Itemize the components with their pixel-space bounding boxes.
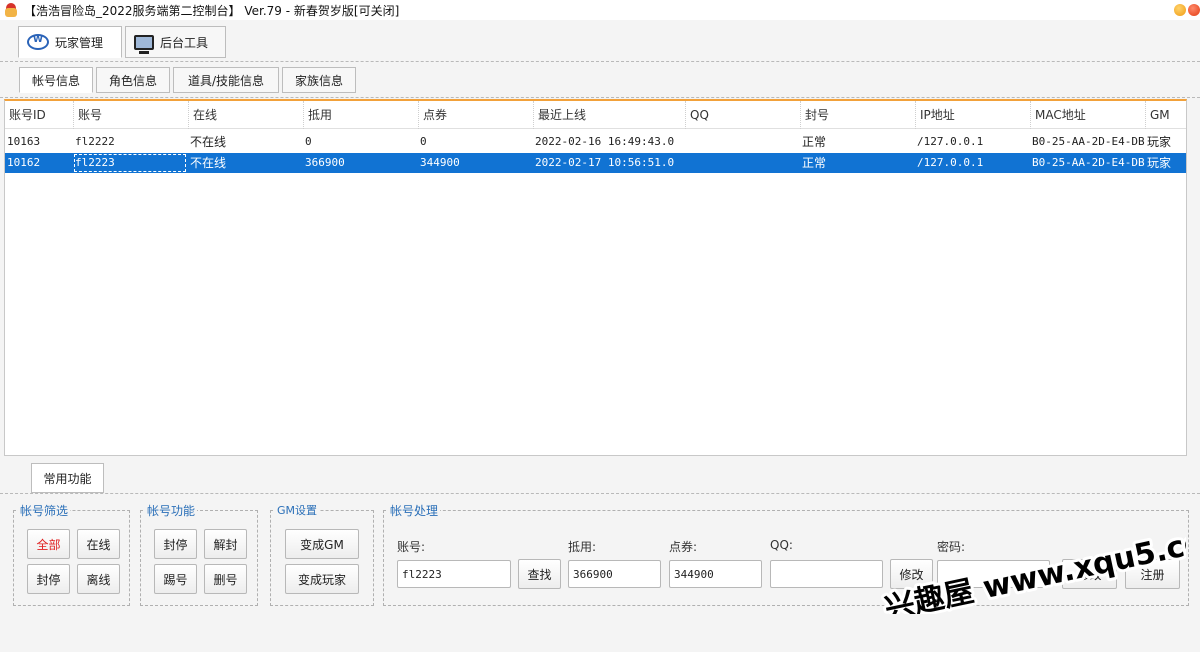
- cell-account-id: 10162: [7, 156, 41, 169]
- cell-qq: [685, 132, 800, 152]
- tab-account-info[interactable]: 帐号信息: [19, 67, 93, 93]
- cell-ip: /127.0.0.1: [917, 135, 984, 148]
- window-title: 【浩浩冒险岛_2022服务端第二控制台】 Ver.79 - 新春贺岁版[可关闭]: [24, 3, 400, 18]
- group-gm-settings: GM设置 变成GM 变成玩家: [270, 502, 374, 606]
- column-header-account-id[interactable]: 账号ID: [5, 101, 73, 129]
- tab-item-skill-info[interactable]: 道具/技能信息: [173, 67, 279, 93]
- table-row-selected[interactable]: 10162 fl2223 不在线 366900 344900 2022-02-1…: [5, 153, 1186, 173]
- cell-online: 不在线: [190, 156, 227, 170]
- cell-online: 不在线: [190, 135, 227, 149]
- player-management-icon: [27, 34, 49, 50]
- column-header-last-online[interactable]: 最近上线: [533, 101, 685, 129]
- column-header-dianquan[interactable]: 点券: [418, 101, 533, 129]
- group-title: GM设置: [275, 502, 320, 518]
- tab-character-info[interactable]: 角色信息: [96, 67, 170, 93]
- computer-icon: [134, 34, 154, 54]
- cell-mac: B0-25-AA-2D-E4-DB: [1032, 156, 1145, 169]
- tab-label: 玩家管理: [55, 35, 104, 50]
- cell-account: fl2223: [75, 156, 115, 169]
- column-header-mac[interactable]: MAC地址: [1030, 101, 1145, 129]
- dianquan-input[interactable]: [669, 560, 762, 588]
- cell-last-online: 2022-02-16 16:49:43.0: [535, 135, 675, 148]
- account-input[interactable]: [397, 560, 511, 588]
- dianyong-label: 抵用:: [568, 540, 597, 554]
- cell-mac: B0-25-AA-2D-E4-DB: [1032, 135, 1145, 148]
- cell-dianquan: 344900: [420, 156, 460, 169]
- group-account-filter: 帐号筛选 全部 在线 封停 离线: [13, 502, 130, 606]
- table-header: 账号ID 账号 在线 抵用 点券 最近上线 QQ 封号 IP地址 MAC地址 G…: [5, 101, 1186, 129]
- column-header-online[interactable]: 在线: [188, 101, 303, 129]
- account-label: 账号:: [397, 540, 426, 554]
- cell-ban-status: 正常: [802, 135, 827, 149]
- qq-input[interactable]: [770, 560, 883, 588]
- search-button[interactable]: 查找: [518, 559, 561, 589]
- filter-banned-button[interactable]: 封停: [27, 564, 70, 594]
- cell-gm: 玩家: [1147, 156, 1172, 170]
- delete-account-button[interactable]: 删号: [204, 564, 247, 594]
- group-account-functions: 帐号功能 封停 解封 踢号 删号: [140, 502, 258, 606]
- group-title: 帐号筛选: [18, 502, 71, 519]
- register-button[interactable]: 注册: [1125, 559, 1180, 589]
- tab-family-info[interactable]: 家族信息: [282, 67, 356, 93]
- divider: [0, 493, 1200, 494]
- cell-ip: /127.0.0.1: [917, 156, 984, 169]
- column-header-account[interactable]: 账号: [73, 101, 188, 129]
- unban-button[interactable]: 解封: [204, 529, 247, 559]
- cell-gm: 玩家: [1147, 135, 1172, 149]
- cell-account-id: 10163: [7, 135, 41, 148]
- make-gm-button[interactable]: 变成GM: [285, 529, 359, 559]
- tab-label: 后台工具: [160, 35, 209, 50]
- title-bar: 【浩浩冒险岛_2022服务端第二控制台】 Ver.79 - 新春贺岁版[可关闭]: [0, 0, 1200, 20]
- group-title: 帐号处理: [388, 502, 441, 519]
- cell-account: fl2222: [75, 135, 115, 148]
- main-tab-bar: 玩家管理 后台工具: [0, 20, 1200, 62]
- modify-password-button[interactable]: 修改: [1062, 559, 1117, 589]
- dianyong-input[interactable]: [568, 560, 661, 588]
- cell-qq: [685, 153, 800, 173]
- cell-dianyong: 0: [305, 135, 312, 148]
- close-icon[interactable]: [1188, 4, 1200, 16]
- column-header-qq[interactable]: QQ: [685, 101, 800, 129]
- app-logo-icon: [4, 3, 18, 17]
- password-input[interactable]: [937, 560, 1050, 588]
- qq-label: QQ:: [770, 538, 793, 552]
- table-row[interactable]: 10163 fl2222 不在线 0 0 2022-02-16 16:49:43…: [5, 132, 1186, 152]
- cell-dianyong: 366900: [305, 156, 345, 169]
- filter-online-button[interactable]: 在线: [77, 529, 120, 559]
- cell-last-online: 2022-02-17 10:56:51.0: [535, 156, 675, 169]
- cell-ban-status: 正常: [802, 156, 827, 170]
- column-header-ban-status[interactable]: 封号: [800, 101, 915, 129]
- column-header-dianyong[interactable]: 抵用: [303, 101, 418, 129]
- make-player-button[interactable]: 变成玩家: [285, 564, 359, 594]
- minimize-icon[interactable]: [1174, 4, 1186, 16]
- column-header-ip[interactable]: IP地址: [915, 101, 1030, 129]
- kick-button[interactable]: 踢号: [154, 564, 197, 594]
- account-table[interactable]: 账号ID 账号 在线 抵用 点券 最近上线 QQ 封号 IP地址 MAC地址 G…: [4, 99, 1187, 456]
- group-account-processing: 帐号处理 账号: 查找 抵用: 点券: QQ: 修改 密码: 修改 注册: [383, 502, 1189, 606]
- filter-offline-button[interactable]: 离线: [77, 564, 120, 594]
- sub-tab-bar: 帐号信息 角色信息 道具/技能信息 家族信息: [0, 62, 1200, 98]
- dianquan-label: 点券:: [669, 540, 698, 554]
- ban-button[interactable]: 封停: [154, 529, 197, 559]
- group-title: 帐号功能: [145, 502, 198, 519]
- password-label: 密码:: [937, 540, 966, 554]
- cell-dianquan: 0: [420, 135, 427, 148]
- tab-common-functions[interactable]: 常用功能: [31, 463, 104, 493]
- filter-all-button[interactable]: 全部: [27, 529, 70, 559]
- modify-button[interactable]: 修改: [890, 559, 933, 589]
- column-header-gm[interactable]: GM: [1145, 101, 1186, 129]
- tab-backend-tools[interactable]: 后台工具: [125, 26, 226, 58]
- tab-player-management[interactable]: 玩家管理: [18, 26, 122, 58]
